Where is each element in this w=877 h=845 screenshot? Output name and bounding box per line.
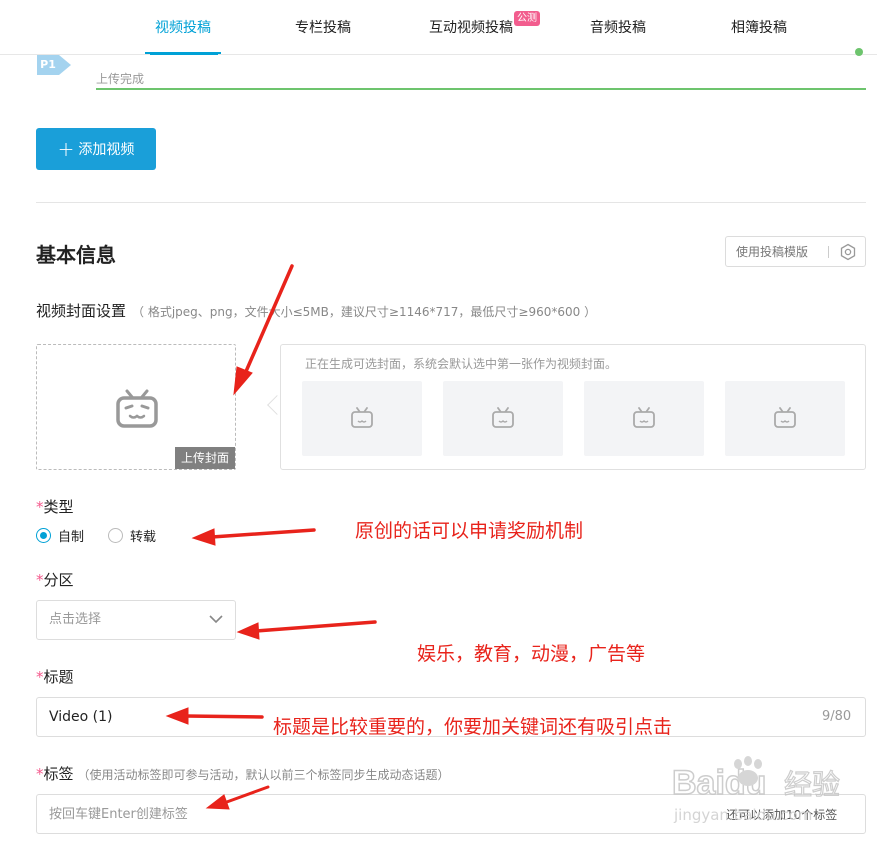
tab-interactive-video-upload[interactable]: 互动视频投稿 bbox=[429, 0, 513, 55]
annotation-title-note: 标题是比较重要的，你要加关键词还有吸引点击 bbox=[273, 716, 673, 738]
title-label-text: 标题 bbox=[43, 668, 74, 686]
annotation-type-note: 原创的话可以申请奖励机制 bbox=[355, 520, 584, 542]
template-separator bbox=[828, 246, 829, 258]
tv-icon bbox=[492, 407, 514, 428]
arrow-cover-head bbox=[233, 366, 253, 396]
type-radio-group: 自制 转载 bbox=[36, 526, 180, 545]
tab-video-upload[interactable]: 视频投稿 bbox=[145, 0, 221, 55]
cover-hint: （ 格式jpeg、png，文件大小≤5MB，建议尺寸≥1146*717，最低尺寸… bbox=[132, 305, 597, 319]
title-char-counter: 9/80 bbox=[822, 709, 852, 724]
tags-label-text: 标签 bbox=[43, 765, 74, 783]
type-option-repost[interactable]: 转载 bbox=[108, 526, 156, 545]
generated-covers-panel: 正在生成可选封面，系统会默认选中第一张作为视频封面。 bbox=[280, 344, 866, 470]
section-title: 基本信息 bbox=[36, 243, 116, 267]
beta-badge: 公测 bbox=[514, 11, 540, 26]
gear-icon[interactable] bbox=[839, 243, 857, 261]
cover-candidate[interactable] bbox=[443, 381, 563, 456]
cover-candidate[interactable] bbox=[725, 381, 845, 456]
baidu-watermark: Baidu 经验 jingyan.baidu.com bbox=[671, 752, 872, 832]
title-label: *标题 bbox=[36, 666, 74, 687]
type-label-text: 类型 bbox=[43, 498, 74, 516]
type-option-label: 转载 bbox=[130, 530, 157, 545]
tv-icon bbox=[351, 407, 373, 428]
radio-unselected-icon[interactable] bbox=[108, 528, 124, 543]
chevron-down-icon bbox=[209, 615, 223, 624]
baidu-paw-logo-icon: Baidu 经验 jingyan.baidu.com bbox=[671, 756, 841, 824]
upload-status-text: 上传完成 bbox=[96, 72, 145, 86]
upload-type-nav: 视频投稿 专栏投稿 互动视频投稿 公测 音频投稿 相簿投稿 bbox=[0, 0, 877, 55]
arrow-type bbox=[210, 528, 316, 539]
required-mark: * bbox=[36, 668, 44, 686]
upload-cover-button[interactable]: 上传封面 bbox=[175, 447, 235, 469]
cover-candidate[interactable] bbox=[584, 381, 704, 456]
svg-text:经验: 经验 bbox=[784, 768, 840, 801]
part-badge-camera-icon bbox=[59, 55, 71, 75]
arrow-zone bbox=[254, 620, 377, 633]
tab-album-upload[interactable]: 相簿投稿 bbox=[731, 0, 787, 55]
zone-label-text: 分区 bbox=[43, 571, 74, 589]
arrow-type-head bbox=[191, 528, 216, 546]
required-mark: * bbox=[36, 765, 44, 783]
part-badge: P1 bbox=[37, 55, 59, 75]
add-video-button[interactable]: + 添加视频 bbox=[36, 128, 156, 170]
section-divider bbox=[36, 202, 866, 203]
generating-hint: 正在生成可选封面，系统会默认选中第一张作为视频封面。 bbox=[305, 357, 618, 371]
type-option-original[interactable]: 自制 bbox=[36, 526, 84, 545]
use-template-label: 使用投稿模版 bbox=[736, 245, 809, 259]
use-template-button[interactable]: 使用投稿模版 bbox=[725, 236, 866, 267]
type-option-label: 自制 bbox=[58, 530, 85, 545]
tags-label: *标签 （使用活动标签即可参与活动，默认以前三个标签同步生成动态话题） bbox=[36, 763, 450, 784]
radio-selected-icon[interactable] bbox=[36, 528, 51, 543]
cover-label: 视频封面设置 （ 格式jpeg、png，文件大小≤5MB，建议尺寸≥1146*71… bbox=[36, 300, 596, 321]
tv-icon bbox=[774, 407, 796, 428]
tab-article-upload[interactable]: 专栏投稿 bbox=[295, 0, 351, 55]
zone-select-placeholder: 点击选择 bbox=[49, 612, 102, 627]
add-video-label: 添加视频 bbox=[78, 142, 135, 158]
cover-candidate[interactable] bbox=[302, 381, 422, 456]
filename-underline bbox=[150, 53, 218, 55]
cover-label-text: 视频封面设置 bbox=[36, 302, 127, 320]
required-mark: * bbox=[36, 498, 44, 516]
upload-progress-bar bbox=[96, 88, 866, 90]
type-label: *类型 bbox=[36, 496, 74, 517]
zone-label: *分区 bbox=[36, 569, 74, 590]
tv-icon bbox=[116, 389, 158, 428]
annotation-zone-note: 娱乐，教育，动漫，广告等 bbox=[417, 643, 646, 665]
cover-upload-area[interactable]: 上传封面 bbox=[36, 344, 236, 470]
plus-icon: + bbox=[57, 137, 75, 161]
tags-hint: （使用活动标签即可参与活动，默认以前三个标签同步生成动态话题） bbox=[77, 768, 450, 782]
upload-progress-fill bbox=[96, 88, 866, 90]
required-mark: * bbox=[36, 571, 44, 589]
svg-text:jingyan.baidu.com: jingyan.baidu.com bbox=[673, 806, 812, 824]
arrow-zone-head bbox=[236, 622, 260, 640]
zone-select[interactable]: 点击选择 bbox=[36, 600, 236, 640]
upload-success-icon bbox=[855, 48, 863, 56]
tv-icon bbox=[633, 407, 655, 428]
tab-audio-upload[interactable]: 音频投稿 bbox=[590, 0, 646, 55]
